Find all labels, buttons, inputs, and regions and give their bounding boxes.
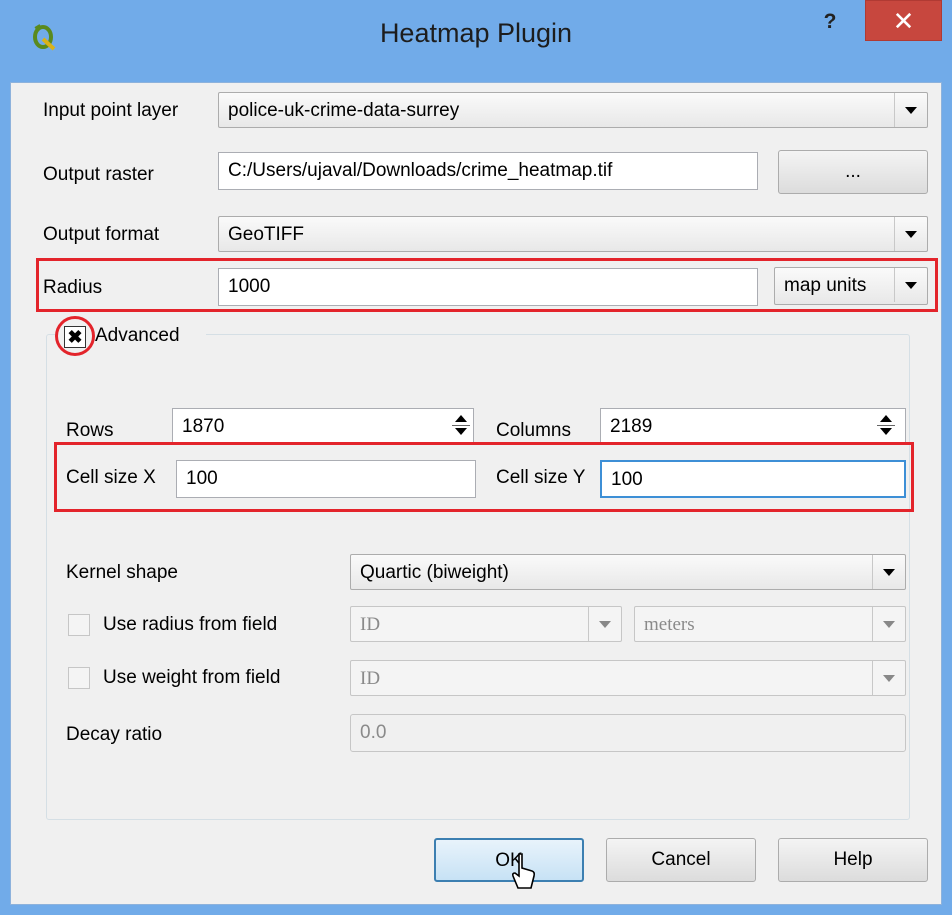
radius-unit-combo[interactable]: map units [774, 267, 928, 305]
chevron-down-icon[interactable] [872, 607, 905, 641]
input-point-layer-combo[interactable]: police-uk-crime-data-surrey [218, 92, 928, 128]
kernel-shape-combo[interactable]: Quartic (biweight) [350, 554, 906, 590]
output-format-combo[interactable]: GeoTIFF [218, 216, 928, 252]
cell-size-x-label: Cell size X [66, 467, 156, 488]
radius-field-unit-value: meters [644, 614, 695, 635]
chevron-down-icon[interactable] [894, 268, 927, 302]
decay-ratio-input[interactable]: 0.0 [350, 714, 906, 752]
input-point-layer-value: police-uk-crime-data-surrey [228, 100, 460, 121]
weight-field-value: ID [360, 668, 381, 689]
output-format-label: Output format [43, 224, 160, 245]
decay-ratio-label: Decay ratio [66, 724, 163, 745]
advanced-checkbox-highlight [55, 316, 95, 356]
title-bar[interactable]: Heatmap Plugin ? ✕ [0, 0, 952, 82]
decay-ratio-value: 0.0 [360, 722, 387, 743]
chevron-down-icon[interactable] [872, 555, 905, 589]
output-format-value: GeoTIFF [228, 224, 305, 245]
use-radius-from-field-checkbox[interactable] [68, 614, 90, 636]
columns-value: 2189 [610, 416, 653, 437]
output-raster-label: Output raster [43, 164, 154, 185]
cell-size-y-input[interactable]: 100 [600, 460, 906, 498]
use-weight-from-field-label: Use weight from field [103, 667, 281, 688]
columns-spinbox[interactable]: 2189 [600, 408, 906, 444]
output-raster-value: C:/Users/ujaval/Downloads/crime_heatmap.… [228, 160, 613, 181]
mouse-cursor-icon [511, 853, 536, 889]
rows-label: Rows [66, 420, 114, 441]
use-weight-from-field-checkbox[interactable] [68, 667, 90, 689]
radius-label: Radius [43, 277, 103, 298]
kernel-shape-label: Kernel shape [66, 562, 178, 583]
cell-size-x-value: 100 [186, 468, 218, 489]
cell-size-y-value: 100 [611, 469, 643, 490]
cancel-button[interactable]: Cancel [606, 838, 756, 882]
cell-size-x-input[interactable]: 100 [176, 460, 476, 498]
use-radius-from-field-label: Use radius from field [103, 614, 278, 635]
radius-unit-value: map units [784, 275, 867, 296]
browse-button[interactable]: ... [778, 150, 928, 194]
advanced-label: Advanced [95, 325, 180, 346]
columns-spinner-icon[interactable] [873, 408, 903, 444]
help-icon[interactable]: ? [815, 10, 845, 40]
radius-input[interactable]: 1000 [218, 268, 758, 306]
chevron-down-icon[interactable] [894, 217, 927, 251]
weight-field-combo[interactable]: ID [350, 660, 906, 696]
window-title: Heatmap Plugin [379, 18, 573, 48]
chevron-down-icon[interactable] [588, 607, 621, 641]
cell-size-y-label: Cell size Y [496, 467, 586, 488]
kernel-shape-value: Quartic (biweight) [360, 562, 509, 583]
columns-label: Columns [496, 420, 571, 441]
chevron-down-icon[interactable] [872, 661, 905, 695]
chevron-down-icon[interactable] [894, 93, 927, 127]
rows-spinner-icon[interactable] [448, 408, 478, 444]
heatmap-dialog: Heatmap Plugin ? ✕ Input point layer pol… [0, 0, 952, 915]
input-point-layer-label: Input point layer [43, 100, 179, 121]
radius-field-value: ID [360, 614, 381, 635]
rows-value: 1870 [182, 416, 225, 437]
close-button[interactable]: ✕ [865, 0, 942, 41]
rows-spinbox[interactable]: 1870 [172, 408, 474, 444]
radius-field-combo[interactable]: ID [350, 606, 622, 642]
radius-value: 1000 [228, 276, 271, 297]
output-raster-input[interactable]: C:/Users/ujaval/Downloads/crime_heatmap.… [218, 152, 758, 190]
help-button[interactable]: Help [778, 838, 928, 882]
radius-field-unit-combo[interactable]: meters [634, 606, 906, 642]
ok-button[interactable]: OK [434, 838, 584, 882]
